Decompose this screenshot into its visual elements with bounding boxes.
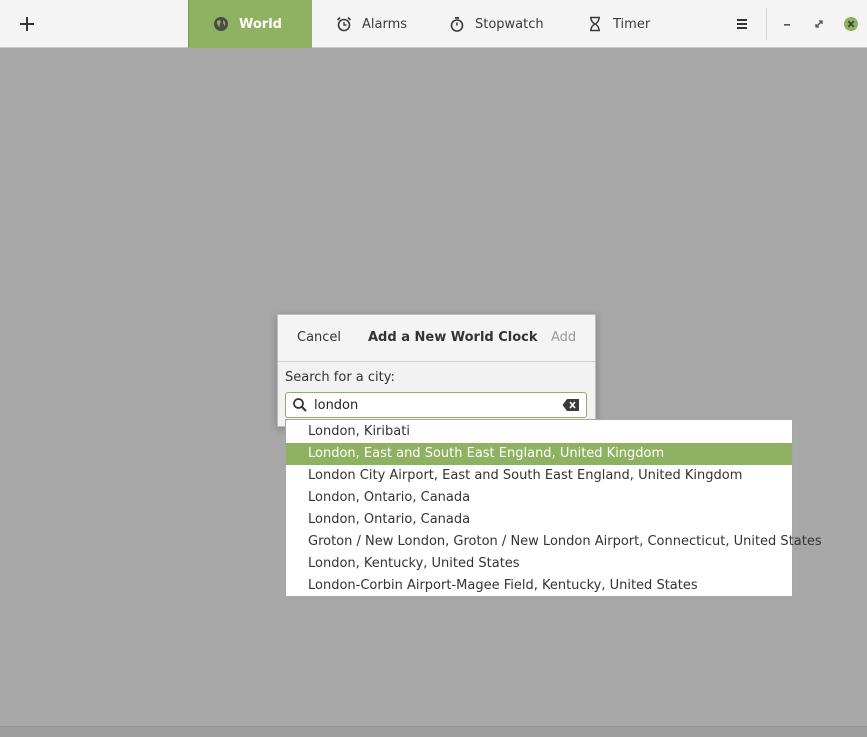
suggestion-item[interactable]: London, Kiribati	[286, 421, 792, 443]
city-suggestions-list: London, Kiribati London, East and South E…	[285, 419, 822, 597]
main-menu-button[interactable]	[732, 14, 752, 34]
tab-alarms-label: Alarms	[362, 16, 408, 32]
add-button[interactable]: Add	[551, 330, 576, 345]
close-icon	[844, 17, 858, 31]
close-button[interactable]	[843, 16, 859, 32]
search-icon	[293, 398, 307, 412]
hamburger-menu-icon	[737, 19, 747, 29]
suggestion-item[interactable]: London City Airport, East and South East…	[286, 465, 792, 487]
tab-world-label: World	[239, 16, 282, 32]
plus-icon	[20, 17, 34, 31]
stopwatch-icon	[447, 14, 467, 34]
city-search-input[interactable]	[314, 395, 554, 415]
cancel-button[interactable]: Cancel	[297, 330, 341, 345]
header-bar: World Alarms Stopwatch Timer	[0, 0, 867, 48]
hourglass-icon	[585, 14, 605, 34]
add-clock-button[interactable]	[12, 10, 42, 38]
tab-stopwatch-label: Stopwatch	[475, 16, 544, 32]
tab-stopwatch[interactable]: Stopwatch	[425, 0, 563, 48]
tab-bar: World Alarms Stopwatch Timer	[188, 0, 673, 48]
tab-timer[interactable]: Timer	[563, 0, 673, 48]
suggestion-item[interactable]: London, Kentucky, United States	[286, 553, 792, 575]
tab-timer-label: Timer	[613, 16, 651, 32]
search-label: Search for a city:	[285, 370, 395, 385]
header-separator	[766, 8, 767, 40]
suggestion-item[interactable]: London, Ontario, Canada	[286, 487, 792, 509]
tab-world[interactable]: World	[188, 0, 312, 48]
suggestion-item[interactable]: London-Corbin Airport-Magee Field, Kentu…	[286, 575, 792, 597]
maximize-icon	[815, 20, 823, 28]
minimize-icon	[784, 24, 790, 26]
alarm-clock-icon	[334, 14, 354, 34]
window-footer	[0, 726, 867, 737]
clear-text-icon[interactable]	[562, 398, 580, 412]
suggestion-item[interactable]: Groton / New London, Groton / New London…	[286, 531, 822, 553]
globe-icon	[211, 14, 231, 34]
minimize-button[interactable]	[779, 16, 795, 32]
city-search-field[interactable]	[285, 392, 587, 418]
suggestion-item[interactable]: London, Ontario, Canada	[286, 509, 792, 531]
suggestion-item[interactable]: London, East and South East England, Uni…	[286, 443, 792, 465]
dialog-header: Cancel Add a New World Clock Add	[278, 315, 595, 362]
dialog-title: Add a New World Clock	[368, 330, 538, 345]
tab-alarms[interactable]: Alarms	[312, 0, 425, 48]
add-world-clock-dialog: Cancel Add a New World Clock Add Search …	[277, 314, 596, 427]
maximize-button[interactable]	[811, 16, 827, 32]
